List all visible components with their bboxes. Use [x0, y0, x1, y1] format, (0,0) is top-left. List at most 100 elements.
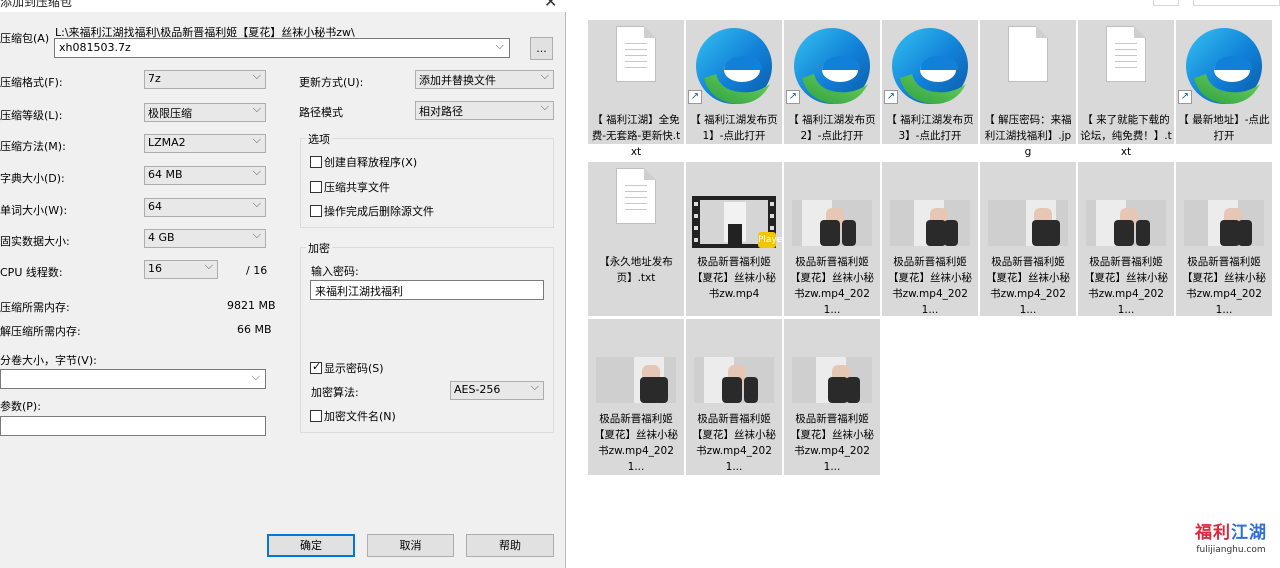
file-tile[interactable]: 极品新晋福利姬【夏花】丝袜小秘书zw.mp4_2021... [784, 162, 880, 316]
sfx-checkbox-box[interactable] [310, 156, 322, 168]
file-name: 极品新晋福利姬【夏花】丝袜小秘书zw.mp4 [692, 256, 776, 300]
file-tile[interactable]: 极品新晋福利姬【夏花】丝袜小秘书zw.mp4_2021... [588, 319, 684, 475]
delete-checkbox-box[interactable] [310, 205, 322, 217]
file-name: 【永久地址发布页】.txt [599, 256, 673, 284]
file-name: 【 解压密码：来福利江湖找福利】.jpg [984, 114, 1072, 158]
file-tile[interactable]: ↗ 【 福利江湖发布页3】-点此打开 [882, 20, 978, 144]
word-label: 单词大小(W): [0, 204, 68, 217]
file-name: 极品新晋福利姬【夏花】丝袜小秘书zw.mp4_2021... [986, 256, 1070, 316]
ok-button[interactable]: 确定 [267, 534, 355, 557]
threads-total: / 16 [246, 264, 268, 277]
mem-decompress-value: 66 MB [237, 323, 272, 336]
solid-select[interactable]: 4 GB [144, 229, 266, 248]
dialog-title: 添加到压缩包 [0, 0, 73, 9]
threads-label: CPU 线程数: [0, 266, 63, 279]
image-file-icon [1008, 26, 1048, 82]
help-button[interactable]: 帮助 [466, 534, 554, 557]
shared-checkbox-label: 压缩共享文件 [324, 181, 390, 194]
file-name: 【 最新地址】-点此打开 [1178, 114, 1270, 142]
image-thumbnail [792, 357, 872, 403]
file-tile[interactable]: 极品新晋福利姬【夏花】丝袜小秘书zw.mp4_2021... [1078, 162, 1174, 316]
image-thumbnail [988, 200, 1068, 246]
watermark-url: fulijianghu.com [1196, 545, 1266, 555]
file-tile[interactable]: 极品新晋福利姬【夏花】丝袜小秘书zw.mp4_2021... [882, 162, 978, 316]
image-thumbnail [1184, 200, 1264, 246]
file-tile[interactable]: 【 来了就能下载的论坛，纯免费！】.txt [1078, 20, 1174, 158]
mem-compress-value: 9821 MB [227, 299, 276, 312]
image-thumbnail [694, 357, 774, 403]
file-tile[interactable]: ↗ 【 福利江湖发布页2】-点此打开 [784, 20, 880, 144]
file-tile[interactable]: 极品新晋福利姬【夏花】丝袜小秘书zw.mp4_2021... [686, 319, 782, 475]
add-to-archive-dialog: 添加到压缩包 ✕ 压缩包(A) L:\来福利江湖找福利\极品新晋福利姬【夏花】丝… [0, 0, 566, 568]
file-tile[interactable]: Player 极品新晋福利姬【夏花】丝袜小秘书zw.mp4 [686, 162, 786, 316]
file-tile[interactable]: 【 解压密码：来福利江湖找福利】.jpg [980, 20, 1076, 158]
show-password-checkbox[interactable]: 显示密码(S) [310, 360, 384, 376]
file-name: 极品新晋福利姬【夏花】丝袜小秘书zw.mp4_2021... [594, 413, 678, 473]
image-thumbnail [890, 200, 970, 246]
mem-compress-label: 压缩所需内存: [0, 301, 70, 314]
shared-checkbox-box[interactable] [310, 181, 322, 193]
dialog-titlebar: 添加到压缩包 ✕ [0, 0, 566, 12]
shortcut-arrow-icon: ↗ [688, 90, 702, 104]
pathmode-label: 路径模式 [299, 106, 343, 119]
pathmode-select[interactable]: 相对路径 [415, 101, 554, 120]
volume-label: 分卷大小，字节(V): [0, 354, 97, 367]
file-name: 极品新晋福利姬【夏花】丝袜小秘书zw.mp4_2021... [790, 413, 874, 473]
image-thumbnail [1086, 200, 1166, 246]
password-input[interactable]: 来福利江湖找福利 [310, 280, 544, 300]
enc-method-label: 加密算法: [311, 386, 359, 399]
file-name: 极品新晋福利姬【夏花】丝袜小秘书zw.mp4_2021... [692, 413, 776, 473]
cancel-button[interactable]: 取消 [367, 534, 454, 557]
file-tile[interactable]: 【永久地址发布页】.txt [588, 162, 684, 316]
file-explorer-view: 【 福利江湖】全免费-无套路-更新快.txt ↗ 【 福利江湖发布页1】-点此打开 ↗… [567, 0, 1280, 568]
search-box-edge [1193, 0, 1280, 6]
dict-label: 字典大小(D): [0, 172, 65, 185]
file-tile[interactable]: ↗ 【 最新地址】-点此打开 [1176, 20, 1272, 144]
update-label: 更新方式(U): [299, 76, 364, 89]
edge-browser-icon [696, 28, 772, 104]
close-icon[interactable]: ✕ [544, 0, 557, 11]
watermark-mark-a: 福利 [1195, 523, 1231, 543]
file-name: 极品新晋福利姬【夏花】丝袜小秘书zw.mp4_2021... [1182, 256, 1266, 316]
file-name: 【 福利江湖】全免费-无套路-更新快.txt [591, 114, 681, 158]
edge-browser-icon [892, 28, 968, 104]
params-label: 参数(P): [0, 400, 41, 413]
enc-method-select[interactable]: AES-256 [450, 381, 544, 400]
file-tile[interactable]: 极品新晋福利姬【夏花】丝袜小秘书zw.mp4_2021... [980, 162, 1076, 316]
file-name: 极品新晋福利姬【夏花】丝袜小秘书zw.mp4_2021... [888, 256, 972, 316]
text-file-icon [1106, 26, 1146, 82]
file-tile[interactable]: ↗ 【 福利江湖发布页1】-点此打开 [686, 20, 782, 144]
encrypt-names-checkbox[interactable]: 加密文件名(N) [310, 408, 396, 424]
archive-name-combo[interactable]: xh081503.7z [54, 38, 510, 58]
volume-combo[interactable] [0, 369, 266, 389]
file-tile[interactable]: 极品新晋福利姬【夏花】丝袜小秘书zw.mp4_2021... [784, 319, 880, 475]
options-title: 选项 [306, 131, 332, 147]
browse-button[interactable]: ... [530, 37, 553, 60]
watermark-mark: 福利江湖 [1186, 522, 1276, 544]
delete-checkbox[interactable]: 操作完成后删除源文件 [310, 203, 434, 219]
shared-checkbox[interactable]: 压缩共享文件 [310, 179, 390, 195]
encrypt-names-checkbox-box[interactable] [310, 410, 322, 422]
file-name: 极品新晋福利姬【夏花】丝袜小秘书zw.mp4_2021... [790, 256, 874, 316]
threads-select[interactable]: 16 [144, 260, 218, 279]
file-tile[interactable]: 【 福利江湖】全免费-无套路-更新快.txt [588, 20, 684, 158]
show-password-checkbox-box[interactable] [310, 360, 322, 374]
format-select[interactable]: 7z [144, 70, 266, 89]
watermark-logo: 福利江湖 fulijianghu.com [1186, 522, 1276, 562]
video-file-icon: Player [692, 196, 786, 248]
update-select[interactable]: 添加并替换文件 [415, 70, 554, 89]
word-select[interactable]: 64 [144, 198, 266, 217]
edge-browser-icon [794, 28, 870, 104]
image-thumbnail [792, 200, 872, 246]
file-tile[interactable]: 极品新晋福利姬【夏花】丝袜小秘书zw.mp4_2021... [1176, 162, 1272, 316]
level-select[interactable]: 极限压缩 [144, 103, 266, 122]
toolbar-edge [1153, 0, 1179, 6]
params-input[interactable] [0, 416, 266, 436]
sfx-checkbox[interactable]: 创建自释放程序(X) [310, 154, 417, 170]
dict-select[interactable]: 64 MB [144, 166, 266, 185]
method-select[interactable]: LZMA2 [144, 134, 266, 153]
player-badge-icon: Player [758, 232, 786, 248]
encryption-title: 加密 [306, 240, 332, 256]
method-label: 压缩方法(M): [0, 140, 66, 153]
shortcut-arrow-icon: ↗ [1178, 90, 1192, 104]
